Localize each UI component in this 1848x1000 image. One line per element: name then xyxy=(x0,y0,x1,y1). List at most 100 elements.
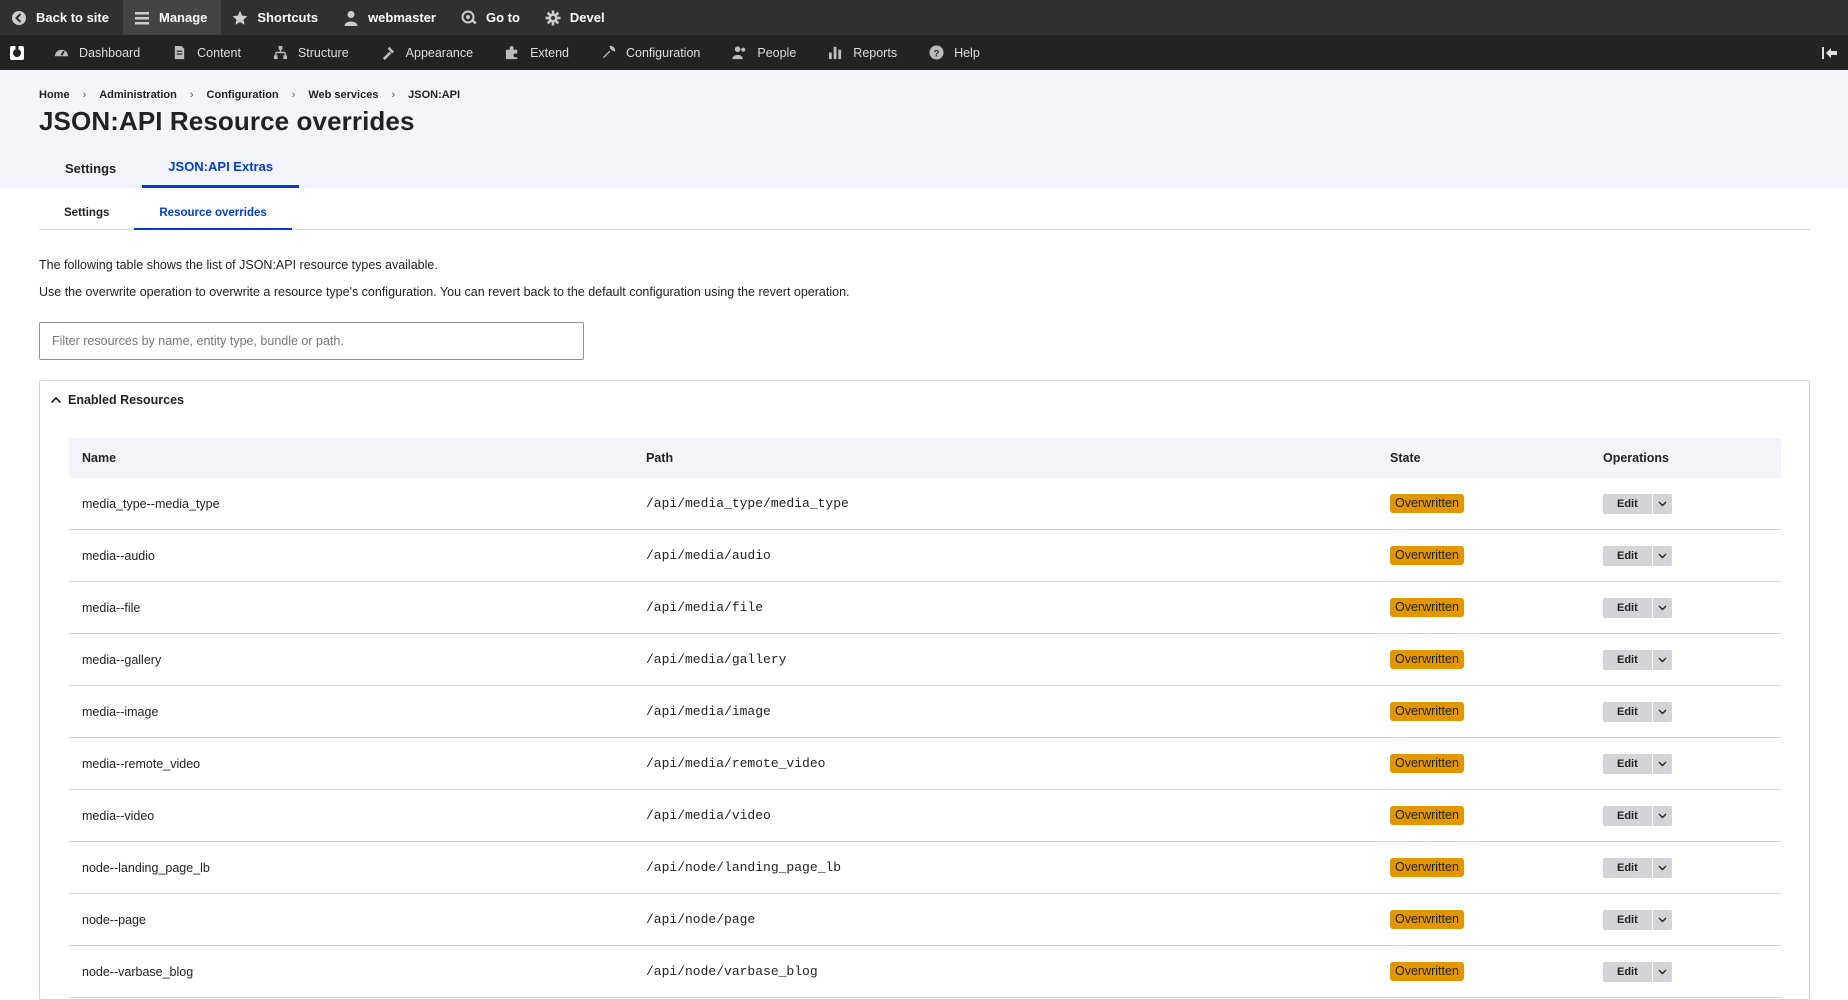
status-badge: Overwritten xyxy=(1390,546,1464,565)
resource-name: media--remote_video xyxy=(82,756,201,771)
operations-dropbutton: Edit xyxy=(1603,909,1672,930)
edit-button[interactable]: Edit xyxy=(1603,805,1652,826)
dropbutton-toggle[interactable] xyxy=(1651,961,1672,982)
operations-cell: Edit xyxy=(1603,701,1781,722)
subtab-settings[interactable]: Settings xyxy=(39,198,134,230)
filter-resources-input[interactable] xyxy=(39,322,584,360)
header-name: Name xyxy=(82,451,117,465)
collapse-icon xyxy=(1822,46,1837,59)
primary-tabs: Settings JSON:API Extras xyxy=(39,148,300,188)
chevron-down-icon xyxy=(1658,709,1667,714)
dropbutton-toggle[interactable] xyxy=(1651,545,1672,566)
chevron-down-icon xyxy=(1658,605,1667,610)
table-row: node--page /api/node/page Overwritten Ed… xyxy=(69,894,1781,946)
dropbutton-toggle[interactable] xyxy=(1651,649,1672,670)
goto-tab[interactable]: Go to xyxy=(450,0,534,35)
back-to-site-label: Back to site xyxy=(36,10,109,25)
tray-item-people[interactable]: People xyxy=(712,35,808,70)
operations-dropbutton: Edit xyxy=(1603,545,1672,566)
edit-button[interactable]: Edit xyxy=(1603,857,1652,878)
breadcrumb-jsonapi[interactable]: JSON:API xyxy=(408,89,460,101)
table-row: media--audio /api/media/audio Overwritte… xyxy=(69,530,1781,582)
reports-icon xyxy=(828,45,844,61)
operations-cell: Edit xyxy=(1603,909,1781,930)
tray-item-content[interactable]: Content xyxy=(152,35,253,70)
operations-dropbutton: Edit xyxy=(1603,753,1672,774)
state-cell: Overwritten xyxy=(1390,598,1603,617)
chevron-down-icon xyxy=(1658,865,1667,870)
dropbutton-toggle[interactable] xyxy=(1651,493,1672,514)
status-badge: Overwritten xyxy=(1390,858,1464,877)
enabled-resources-summary[interactable]: Enabled Resources xyxy=(50,393,184,407)
star-icon xyxy=(231,9,249,27)
content-icon xyxy=(172,45,188,61)
chevron-down-icon xyxy=(1658,501,1667,506)
edit-button[interactable]: Edit xyxy=(1603,753,1652,774)
tray-item-dashboard[interactable]: Dashboard xyxy=(34,35,152,70)
edit-button[interactable]: Edit xyxy=(1603,649,1652,670)
status-badge: Overwritten xyxy=(1390,494,1464,513)
dropbutton-toggle[interactable] xyxy=(1651,909,1672,930)
gear-icon xyxy=(544,9,562,27)
appearance-icon xyxy=(381,45,397,61)
chevron-down-icon xyxy=(1658,813,1667,818)
state-cell: Overwritten xyxy=(1390,858,1603,877)
details-title: Enabled Resources xyxy=(68,393,185,407)
tray-item-configuration[interactable]: Configuration xyxy=(581,35,712,70)
tray-item-extend[interactable]: Extend xyxy=(485,35,581,70)
chevron-down-icon xyxy=(1658,969,1667,974)
state-cell: Overwritten xyxy=(1390,702,1603,721)
subtab-resource-overrides[interactable]: Resource overrides xyxy=(134,198,292,230)
state-cell: Overwritten xyxy=(1390,910,1603,929)
breadcrumb-separator: › xyxy=(189,89,194,101)
tab-jsonapi-extras[interactable]: JSON:API Extras xyxy=(142,148,300,188)
shortcuts-tab[interactable]: Shortcuts xyxy=(221,0,332,35)
dashboard-icon xyxy=(54,45,70,61)
tray-item-help[interactable]: ? Help xyxy=(909,35,992,70)
shortcuts-label: Shortcuts xyxy=(257,10,319,25)
dropbutton-toggle[interactable] xyxy=(1651,597,1672,618)
edit-button[interactable]: Edit xyxy=(1603,909,1652,930)
resource-name: media--audio xyxy=(82,548,155,563)
status-badge: Overwritten xyxy=(1390,702,1464,721)
edit-button[interactable]: Edit xyxy=(1603,597,1652,618)
resource-name: media--gallery xyxy=(82,652,162,667)
operations-dropbutton: Edit xyxy=(1603,649,1672,670)
table-row: media--image /api/media/image Overwritte… xyxy=(69,686,1781,738)
tray-item-reports[interactable]: Reports xyxy=(808,35,909,70)
breadcrumb-configuration[interactable]: Configuration xyxy=(207,89,279,101)
edit-button[interactable]: Edit xyxy=(1603,961,1652,982)
collapse-tray-button[interactable] xyxy=(1818,35,1842,70)
operations-cell: Edit xyxy=(1603,597,1781,618)
table-row: media_type--media_type /api/media_type/m… xyxy=(69,478,1781,530)
dropbutton-toggle[interactable] xyxy=(1651,805,1672,826)
tray-item-structure[interactable]: Structure xyxy=(253,35,361,70)
tray-item-label: Content xyxy=(197,45,241,60)
goto-label: Go to xyxy=(485,10,520,25)
table-row: node--varbase_blog /api/node/varbase_blo… xyxy=(69,946,1781,998)
manage-tab[interactable]: Manage xyxy=(122,0,222,35)
table-row: node--landing_page_lb /api/node/landing_… xyxy=(69,842,1781,894)
header-state: State xyxy=(1390,451,1421,465)
breadcrumb-home[interactable]: Home xyxy=(39,89,70,101)
devel-tab[interactable]: Devel xyxy=(534,0,619,35)
breadcrumb-web-services[interactable]: Web services xyxy=(308,89,378,101)
dropbutton-toggle[interactable] xyxy=(1651,701,1672,722)
table-header: Name Path State Operations xyxy=(69,438,1781,478)
breadcrumb-administration[interactable]: Administration xyxy=(99,89,177,101)
tray-item-label: Structure xyxy=(297,45,349,60)
dropbutton-toggle[interactable] xyxy=(1651,857,1672,878)
drupal-home-button[interactable] xyxy=(0,35,34,70)
tray-item-appearance[interactable]: Appearance xyxy=(361,35,485,70)
dropbutton-toggle[interactable] xyxy=(1651,753,1672,774)
operations-cell: Edit xyxy=(1603,545,1781,566)
edit-button[interactable]: Edit xyxy=(1603,493,1652,514)
edit-button[interactable]: Edit xyxy=(1603,545,1652,566)
back-to-site-link[interactable]: Back to site xyxy=(0,0,123,35)
back-arrow-icon xyxy=(10,9,28,27)
tray-item-label: Extend xyxy=(530,45,569,60)
tab-settings[interactable]: Settings xyxy=(39,148,142,188)
table-row: media--file /api/media/file Overwritten … xyxy=(69,582,1781,634)
edit-button[interactable]: Edit xyxy=(1603,701,1652,722)
user-tab[interactable]: webmaster xyxy=(332,0,450,35)
